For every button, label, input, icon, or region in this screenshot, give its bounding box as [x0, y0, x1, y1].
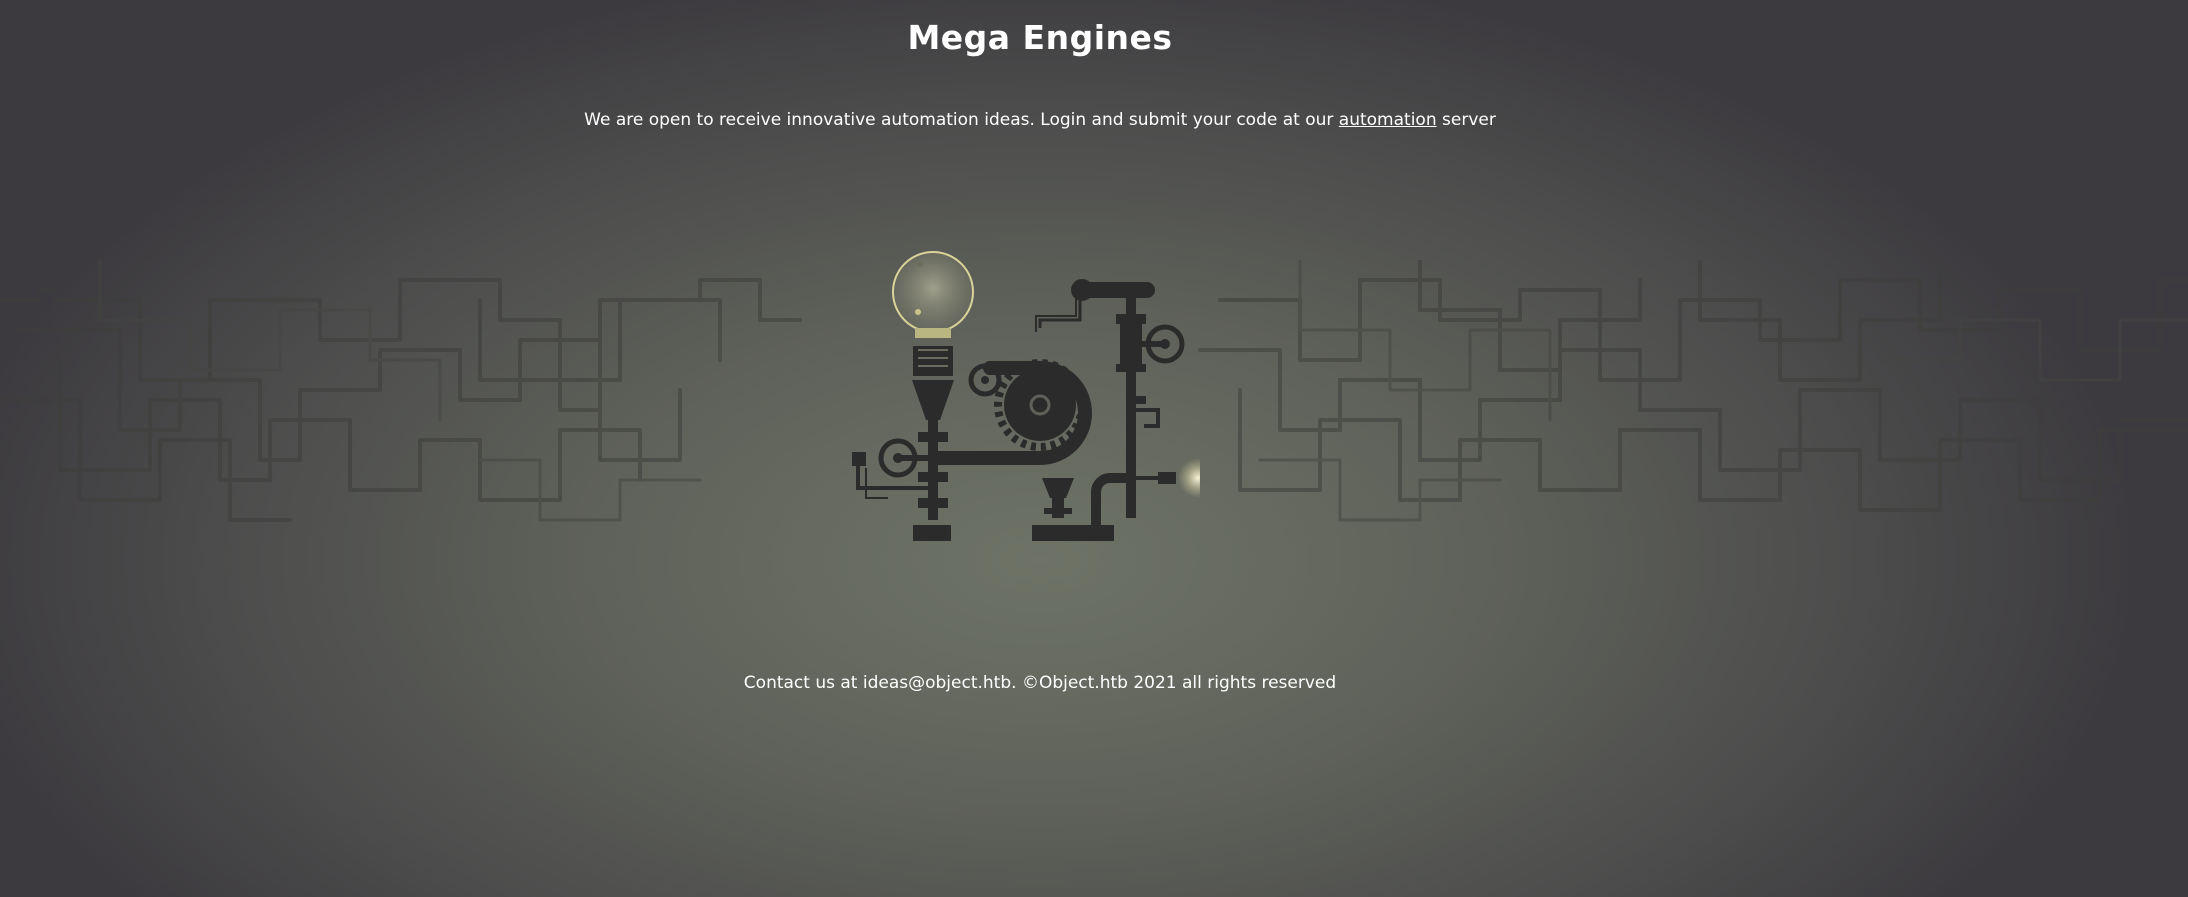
right-valve-wheel-icon: [1136, 324, 1185, 364]
intro-text: We are open to receive innovative automa…: [0, 110, 2080, 130]
automation-link[interactable]: automation: [1339, 110, 1437, 130]
small-light-bulb-icon: [1136, 458, 1200, 498]
page-title: Mega Engines: [907, 18, 1173, 57]
light-bulb-icon: [892, 251, 974, 420]
gear-icon: [994, 359, 1086, 451]
intro-text-after: server: [1436, 110, 1496, 130]
valve-wheel-icon: [878, 438, 930, 478]
intro-text-before: We are open to receive innovative automa…: [584, 110, 1339, 130]
steampunk-machine-illustration: [852, 251, 1200, 541]
footer-contact-text: Contact us at ideas@object.htb. ©Object.…: [743, 673, 1337, 693]
